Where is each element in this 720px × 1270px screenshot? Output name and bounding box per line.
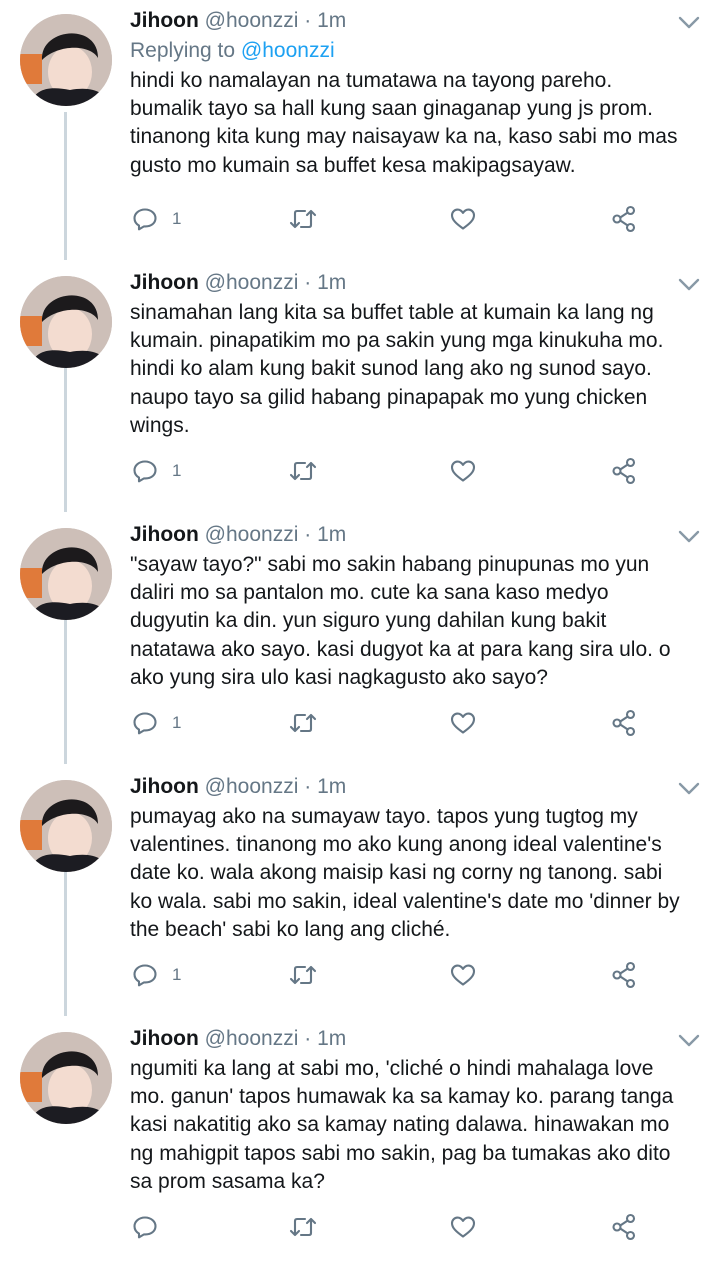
like-button[interactable] bbox=[450, 456, 476, 486]
tweet[interactable]: Jihoon @hoonzzi · 1m ngumiti ka lang at … bbox=[0, 1018, 720, 1270]
avatar[interactable] bbox=[20, 780, 112, 872]
reply-count: 1 bbox=[172, 965, 182, 984]
chevron-down-icon[interactable] bbox=[678, 1034, 700, 1048]
avatar[interactable] bbox=[20, 1032, 112, 1124]
tweet-actions: 1 bbox=[130, 708, 650, 738]
author-name[interactable]: Jihoon bbox=[130, 9, 199, 32]
share-button[interactable] bbox=[610, 204, 638, 234]
author-name[interactable]: Jihoon bbox=[130, 1027, 199, 1050]
share-icon bbox=[610, 709, 638, 737]
tweet-text: ngumiti ka lang at sabi mo, 'cliché o hi… bbox=[130, 1057, 674, 1193]
avatar[interactable] bbox=[20, 14, 112, 106]
reply-button[interactable] bbox=[132, 1212, 172, 1242]
chevron-down-icon[interactable] bbox=[678, 782, 700, 796]
author-handle[interactable]: @hoonzzi bbox=[205, 9, 299, 32]
share-icon bbox=[610, 457, 638, 485]
share-button[interactable] bbox=[610, 708, 638, 738]
reply-count: 1 bbox=[172, 461, 182, 480]
separator-dot: · bbox=[304, 9, 312, 32]
tweet-actions: 1 bbox=[130, 456, 650, 486]
tweet[interactable]: Jihoon @hoonzzi · 1m Replying to @hoonzz… bbox=[0, 0, 720, 252]
retweet-button[interactable] bbox=[288, 960, 318, 990]
separator-dot: · bbox=[304, 271, 312, 294]
tweet-actions bbox=[130, 1212, 650, 1242]
replying-to-label: Replying to bbox=[130, 39, 236, 62]
timestamp[interactable]: 1m bbox=[317, 1027, 346, 1050]
like-icon bbox=[450, 963, 476, 987]
like-button[interactable] bbox=[450, 708, 476, 738]
retweet-button[interactable] bbox=[288, 204, 318, 234]
author-handle[interactable]: @hoonzzi bbox=[205, 1027, 299, 1050]
retweet-button[interactable] bbox=[288, 708, 318, 738]
retweet-icon bbox=[288, 963, 318, 987]
like-button[interactable] bbox=[450, 1212, 476, 1242]
separator-dot: · bbox=[304, 775, 312, 798]
like-button[interactable] bbox=[450, 204, 476, 234]
reply-button[interactable]: 1 bbox=[132, 456, 181, 486]
timestamp[interactable]: 1m bbox=[317, 271, 346, 294]
like-icon bbox=[450, 711, 476, 735]
tweet-text: pumayag ako na sumayaw tayo. tapos yung … bbox=[130, 805, 680, 941]
like-button[interactable] bbox=[450, 960, 476, 990]
timestamp[interactable]: 1m bbox=[317, 523, 346, 546]
mention-link[interactable]: @hoonzzi bbox=[241, 39, 335, 62]
share-button[interactable] bbox=[610, 1212, 638, 1242]
author-handle[interactable]: @hoonzzi bbox=[205, 523, 299, 546]
tweet[interactable]: Jihoon @hoonzzi · 1m sinamahan lang kita… bbox=[0, 262, 720, 514]
share-icon bbox=[610, 1213, 638, 1241]
tweet-actions: 1 bbox=[130, 960, 650, 990]
tweet-actions: 1 bbox=[130, 204, 650, 234]
retweet-icon bbox=[288, 1215, 318, 1239]
like-icon bbox=[450, 459, 476, 483]
chevron-down-icon[interactable] bbox=[678, 16, 700, 30]
separator-dot: · bbox=[304, 1027, 312, 1050]
like-icon bbox=[450, 1215, 476, 1239]
reply-count: 1 bbox=[172, 713, 182, 732]
timestamp[interactable]: 1m bbox=[317, 775, 346, 798]
retweet-icon bbox=[288, 711, 318, 735]
like-icon bbox=[450, 207, 476, 231]
avatar[interactable] bbox=[20, 528, 112, 620]
share-button[interactable] bbox=[610, 960, 638, 990]
reply-count: 1 bbox=[172, 209, 182, 228]
reply-icon bbox=[132, 207, 158, 231]
tweet[interactable]: Jihoon @hoonzzi · 1m "sayaw tayo?" sabi … bbox=[0, 514, 720, 766]
timestamp[interactable]: 1m bbox=[317, 9, 346, 32]
reply-button[interactable]: 1 bbox=[132, 204, 181, 234]
replying-to: Replying to @hoonzzi bbox=[130, 36, 700, 66]
reply-button[interactable]: 1 bbox=[132, 960, 181, 990]
author-name[interactable]: Jihoon bbox=[130, 271, 199, 294]
avatar[interactable] bbox=[20, 276, 112, 368]
tweet[interactable]: Jihoon @hoonzzi · 1m pumayag ako na suma… bbox=[0, 766, 720, 1018]
share-icon bbox=[610, 205, 638, 233]
separator-dot: · bbox=[304, 523, 312, 546]
retweet-button[interactable] bbox=[288, 456, 318, 486]
chevron-down-icon[interactable] bbox=[678, 278, 700, 292]
author-handle[interactable]: @hoonzzi bbox=[205, 271, 299, 294]
reply-button[interactable]: 1 bbox=[132, 708, 181, 738]
author-handle[interactable]: @hoonzzi bbox=[205, 775, 299, 798]
reply-icon bbox=[132, 459, 158, 483]
reply-icon bbox=[132, 711, 158, 735]
chevron-down-icon[interactable] bbox=[678, 530, 700, 544]
share-icon bbox=[610, 961, 638, 989]
tweet-text: "sayaw tayo?" sabi mo sakin habang pinup… bbox=[130, 553, 671, 689]
retweet-button[interactable] bbox=[288, 1212, 318, 1242]
author-name[interactable]: Jihoon bbox=[130, 775, 199, 798]
tweet-text: hindi ko namalayan na tumatawa na tayong… bbox=[130, 69, 678, 177]
reply-icon bbox=[132, 963, 158, 987]
reply-icon bbox=[132, 1215, 158, 1239]
author-name[interactable]: Jihoon bbox=[130, 523, 199, 546]
tweet-text: sinamahan lang kita sa buffet table at k… bbox=[130, 301, 664, 437]
retweet-icon bbox=[288, 459, 318, 483]
share-button[interactable] bbox=[610, 456, 638, 486]
retweet-icon bbox=[288, 207, 318, 231]
